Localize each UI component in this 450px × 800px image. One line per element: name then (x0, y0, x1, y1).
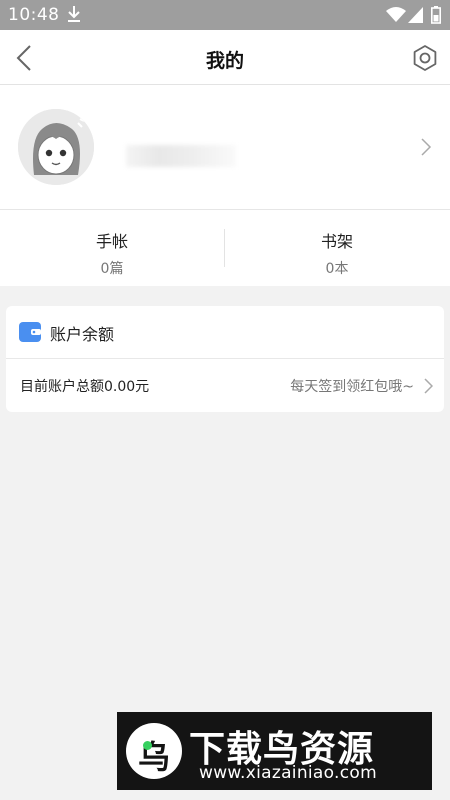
chevron-right-icon (420, 137, 432, 161)
stat-bookshelf-count: 0本 (325, 261, 349, 277)
watermark-logo-char: 乌 (137, 738, 170, 776)
stat-bookshelf[interactable]: 书架 0本 (225, 210, 449, 286)
page-title: 我的 (205, 50, 244, 72)
gear-icon (413, 45, 437, 71)
battery-icon (431, 6, 441, 28)
status-bar: 10:48 (0, 0, 450, 30)
checkin-promo: 每天签到领红包哦~ (290, 379, 414, 395)
balance-card-header: 账户余额 (6, 306, 444, 359)
balance-card: 账户余额 目前账户总额0.00元 每天签到领红包哦~ (6, 306, 444, 412)
profile-card[interactable] (0, 85, 450, 210)
top-nav-bar: 我的 (0, 30, 450, 85)
signal-icon (408, 7, 424, 27)
stat-journal-count: 0篇 (100, 261, 124, 277)
stat-journal[interactable]: 手帐 0篇 (0, 210, 224, 286)
download-icon (66, 5, 82, 27)
watermark-logo: 乌 (126, 723, 182, 779)
watermark-logo-dot (143, 741, 152, 750)
balance-row[interactable]: 目前账户总额0.00元 每天签到领红包哦~ (6, 359, 444, 412)
username-blurred (126, 145, 236, 167)
stat-journal-label: 手帐 (95, 232, 128, 251)
avatar[interactable] (18, 109, 94, 185)
chevron-right-icon (423, 377, 434, 399)
stat-bookshelf-label: 书架 (320, 232, 353, 251)
wifi-icon (386, 7, 406, 27)
watermark-url: www.xiazainiao.com (199, 763, 377, 783)
balance-card-title: 账户余额 (50, 325, 115, 344)
wallet-icon (19, 322, 41, 346)
status-time: 10:48 (8, 5, 60, 25)
balance-total: 目前账户总额0.00元 (20, 379, 150, 395)
stats-bar: 手帐 0篇 书架 0本 (0, 210, 450, 286)
settings-button[interactable] (411, 44, 439, 76)
watermark-banner: 乌 下载鸟资源 www.xiazainiao.com (117, 712, 432, 790)
